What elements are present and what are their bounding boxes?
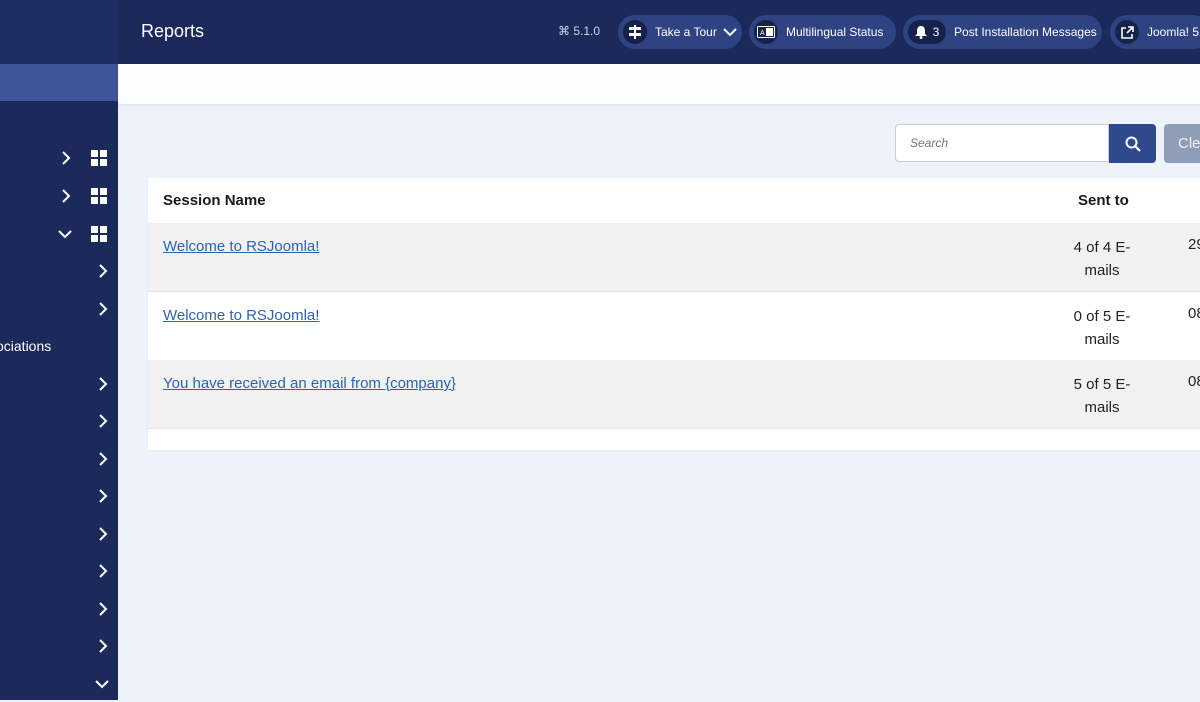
sidebar-item-1[interactable]: l	[0, 101, 118, 138]
sidebar-subitem[interactable]	[0, 290, 118, 327]
sidebar-subitem[interactable]	[0, 665, 118, 702]
chevron-right-icon[interactable]	[96, 263, 110, 278]
language-icon: A	[754, 20, 778, 44]
dashboard-grid-icon[interactable]	[91, 187, 107, 204]
sent-to-cell: 4 of 4 E- mails	[1048, 236, 1156, 282]
sidebar-item-4[interactable]	[0, 215, 118, 252]
chevron-right-icon[interactable]	[96, 526, 110, 541]
sidebar-item-3[interactable]	[0, 177, 118, 214]
sidebar-subitem-associations[interactable]: ociations	[0, 327, 118, 364]
column-header-sent-to[interactable]: Sent to	[1078, 192, 1129, 209]
bell-icon: 3	[908, 20, 946, 44]
chevron-right-icon[interactable]	[59, 150, 73, 165]
table-row: Welcome to RSJoomla! 0 of 5 E- mails 08	[148, 292, 1200, 361]
svg-text:A: A	[760, 30, 765, 37]
sidebar-subitem[interactable]	[0, 515, 118, 552]
search-icon	[1125, 136, 1141, 152]
sidebar-subitem[interactable]	[0, 252, 118, 289]
sidebar-item-2[interactable]	[0, 139, 118, 176]
external-link-icon	[1115, 20, 1139, 44]
sidebar-logo-area	[0, 0, 118, 64]
sidebar-subitem[interactable]	[0, 477, 118, 514]
toolbar	[118, 64, 1200, 104]
chevron-down-icon[interactable]	[58, 227, 72, 241]
take-tour-button[interactable]: Take a Tour	[618, 15, 742, 49]
signpost-icon	[623, 20, 647, 44]
sidebar-item-label: ociations	[0, 337, 52, 354]
sidebar-subitem[interactable]	[0, 590, 118, 627]
joomla-site-link[interactable]: Joomla! 5	[1110, 15, 1200, 49]
table-row: Welcome to RSJoomla! 4 of 4 E- mails 29	[148, 223, 1200, 292]
sent-to-cell: 5 of 5 E- mails	[1048, 373, 1156, 419]
sent-unit: mails	[1084, 262, 1120, 279]
sent-count: 0 of 5 E-	[1073, 308, 1131, 325]
column-header-session-name[interactable]: Session Name	[163, 192, 266, 209]
chevron-right-icon[interactable]	[59, 188, 73, 203]
sidebar-subitem[interactable]	[0, 627, 118, 664]
search-button[interactable]	[1109, 124, 1156, 163]
version-number: 5.1.0	[573, 24, 601, 38]
sidebar-subitem[interactable]	[0, 440, 118, 477]
top-header: Reports ⌘ 5.1.0 Take a Tour A Multilingu…	[118, 0, 1200, 64]
clear-button[interactable]: Clear	[1164, 124, 1200, 163]
session-link[interactable]: You have received an email from {company…	[163, 375, 456, 392]
version-label: ⌘ 5.1.0	[558, 24, 600, 38]
session-link[interactable]: Welcome to RSJoomla!	[163, 307, 319, 324]
chevron-right-icon[interactable]	[96, 376, 110, 391]
multilingual-label: Multilingual Status	[786, 25, 884, 39]
sidebar-subitem[interactable]	[0, 402, 118, 439]
sidebar-active-item[interactable]	[0, 64, 118, 101]
sent-count: 5 of 5 E-	[1073, 376, 1131, 393]
date-cell: 29	[1188, 236, 1200, 253]
clear-button-label: Clear	[1178, 135, 1200, 152]
post-installation-messages-button[interactable]: 3 Post Installation Messages	[903, 15, 1102, 49]
sent-unit: mails	[1084, 399, 1120, 416]
date-cell: 08	[1188, 305, 1200, 322]
notifications-count: 3	[932, 25, 940, 39]
dashboard-grid-icon[interactable]	[91, 149, 107, 166]
joomla-icon: ⌘	[558, 24, 570, 38]
chevron-down-icon[interactable]	[95, 677, 109, 691]
multilingual-status-button[interactable]: A Multilingual Status	[749, 15, 896, 49]
sidebar: l ociations	[0, 0, 118, 700]
date-cell: 08	[1188, 373, 1200, 390]
chevron-right-icon[interactable]	[96, 451, 110, 466]
chevron-right-icon[interactable]	[96, 488, 110, 503]
sent-to-cell: 0 of 5 E- mails	[1048, 305, 1156, 351]
page-title: Reports	[141, 21, 205, 41]
reports-table: Session Name Sent to Welcome to RSJoomla…	[148, 178, 1200, 450]
take-tour-label: Take a Tour	[655, 25, 717, 39]
joomla-label: Joomla! 5	[1147, 25, 1200, 39]
sent-count: 4 of 4 E-	[1073, 239, 1131, 256]
search-input[interactable]	[895, 124, 1109, 162]
sent-unit: mails	[1084, 331, 1120, 348]
chevron-right-icon[interactable]	[96, 563, 110, 578]
chevron-right-icon[interactable]	[96, 413, 110, 428]
post-install-label: Post Installation Messages	[954, 25, 1097, 39]
table-row: You have received an email from {company…	[148, 360, 1200, 429]
table-header: Session Name Sent to	[148, 178, 1200, 224]
chevron-right-icon[interactable]	[96, 601, 110, 616]
chevron-down-icon	[723, 27, 737, 37]
session-link[interactable]: Welcome to RSJoomla!	[163, 238, 319, 255]
chevron-right-icon[interactable]	[96, 638, 110, 653]
chevron-right-icon[interactable]	[96, 301, 110, 316]
sidebar-subitem[interactable]	[0, 552, 118, 589]
sidebar-subitem[interactable]	[0, 365, 118, 402]
dashboard-grid-icon[interactable]	[91, 225, 107, 242]
